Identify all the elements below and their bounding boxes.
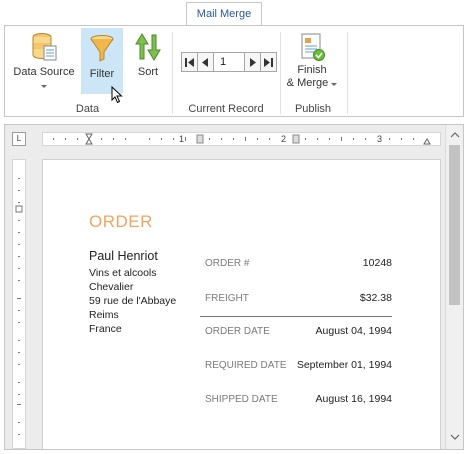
first-record-button[interactable] bbox=[181, 52, 198, 72]
finish-merge-button[interactable]: Finish & Merge bbox=[285, 32, 339, 96]
database-icon bbox=[32, 33, 57, 61]
tab-stop-selector[interactable]: L bbox=[12, 132, 26, 146]
field-value-shipped-date: August 16, 1994 bbox=[315, 393, 392, 405]
customer-address-line: Chevalier bbox=[89, 281, 134, 293]
filter-label: Filter bbox=[89, 68, 115, 80]
field-label-order-number: ORDER # bbox=[205, 258, 250, 269]
publish-group-label: Publish bbox=[294, 103, 332, 115]
current-record-group-label: Current Record bbox=[188, 103, 264, 115]
section-divider bbox=[200, 316, 392, 317]
scroll-down-icon bbox=[450, 434, 460, 440]
finish-merge-label-line1: Finish bbox=[297, 64, 327, 76]
document-workspace: L 1 2 3 ORDER Paul Henriot Vins et alcoo… bbox=[4, 124, 464, 450]
sort-label: Sort bbox=[137, 66, 159, 78]
finish-merge-icon bbox=[301, 33, 325, 61]
last-record-button[interactable] bbox=[260, 52, 277, 72]
ruler-mark-3: 3 bbox=[377, 134, 383, 144]
ruler-mark-1: 1 bbox=[179, 134, 185, 144]
ribbon-panel: Data Source Filter Sort Data 1 Current R… bbox=[4, 25, 464, 117]
funnel-icon bbox=[90, 35, 114, 62]
tab-mail-merge[interactable]: Mail Merge bbox=[186, 2, 262, 26]
sort-arrows-icon bbox=[135, 33, 161, 61]
field-label-required-date: REQUIRED DATE bbox=[205, 360, 287, 371]
customer-address-line: Vins et alcools bbox=[89, 267, 157, 279]
field-value-order-date: August 04, 1994 bbox=[315, 325, 392, 337]
customer-address-line: Reims bbox=[89, 309, 119, 321]
field-value-freight: $32.38 bbox=[359, 292, 392, 304]
scrollbar-thumb[interactable] bbox=[449, 145, 460, 305]
record-number-input[interactable]: 1 bbox=[213, 52, 245, 72]
customer-address-line: 59 rue de l'Abbaye bbox=[89, 295, 177, 307]
mouse-cursor-icon bbox=[111, 86, 123, 104]
previous-record-icon bbox=[202, 57, 208, 67]
horizontal-ruler[interactable]: 1 2 3 bbox=[42, 132, 441, 146]
finish-merge-text: & Merge bbox=[286, 77, 329, 89]
data-source-button[interactable]: Data Source bbox=[11, 32, 77, 94]
field-label-freight: FREIGHT bbox=[205, 293, 249, 304]
field-value-order-number: 10248 bbox=[362, 257, 392, 269]
field-label-shipped-date: SHIPPED DATE bbox=[205, 394, 278, 405]
vertical-scrollbar[interactable] bbox=[445, 125, 463, 449]
next-record-icon bbox=[250, 57, 256, 67]
data-source-label: Data Source bbox=[13, 66, 75, 78]
customer-name: Paul Henriot bbox=[89, 249, 158, 263]
ruler-ticks bbox=[15, 178, 23, 435]
customer-address-line: France bbox=[89, 323, 122, 335]
first-record-icon bbox=[185, 57, 194, 67]
group-divider bbox=[172, 32, 173, 114]
sort-button[interactable]: Sort bbox=[129, 32, 167, 94]
ruler-mark-2: 2 bbox=[281, 134, 287, 144]
record-navigator: 1 bbox=[181, 52, 277, 72]
document-title: ORDER bbox=[89, 212, 153, 231]
scroll-up-icon bbox=[450, 132, 460, 138]
group-divider bbox=[280, 32, 281, 114]
group-divider bbox=[347, 32, 348, 114]
field-label-order-date: ORDER DATE bbox=[205, 326, 270, 337]
chevron-down-icon bbox=[331, 83, 338, 86]
field-value-required-date: September 01, 1994 bbox=[296, 359, 392, 371]
finish-merge-label-line2: & Merge bbox=[285, 77, 339, 90]
chevron-down-icon bbox=[41, 85, 47, 88]
previous-record-button[interactable] bbox=[197, 52, 214, 72]
vertical-ruler[interactable] bbox=[12, 159, 26, 449]
document-page[interactable]: ORDER Paul Henriot Vins et alcools Cheva… bbox=[42, 159, 441, 449]
filter-button[interactable]: Filter bbox=[81, 28, 123, 94]
data-group-label: Data bbox=[75, 103, 100, 115]
last-record-icon bbox=[264, 57, 273, 67]
next-record-button[interactable] bbox=[244, 52, 261, 72]
